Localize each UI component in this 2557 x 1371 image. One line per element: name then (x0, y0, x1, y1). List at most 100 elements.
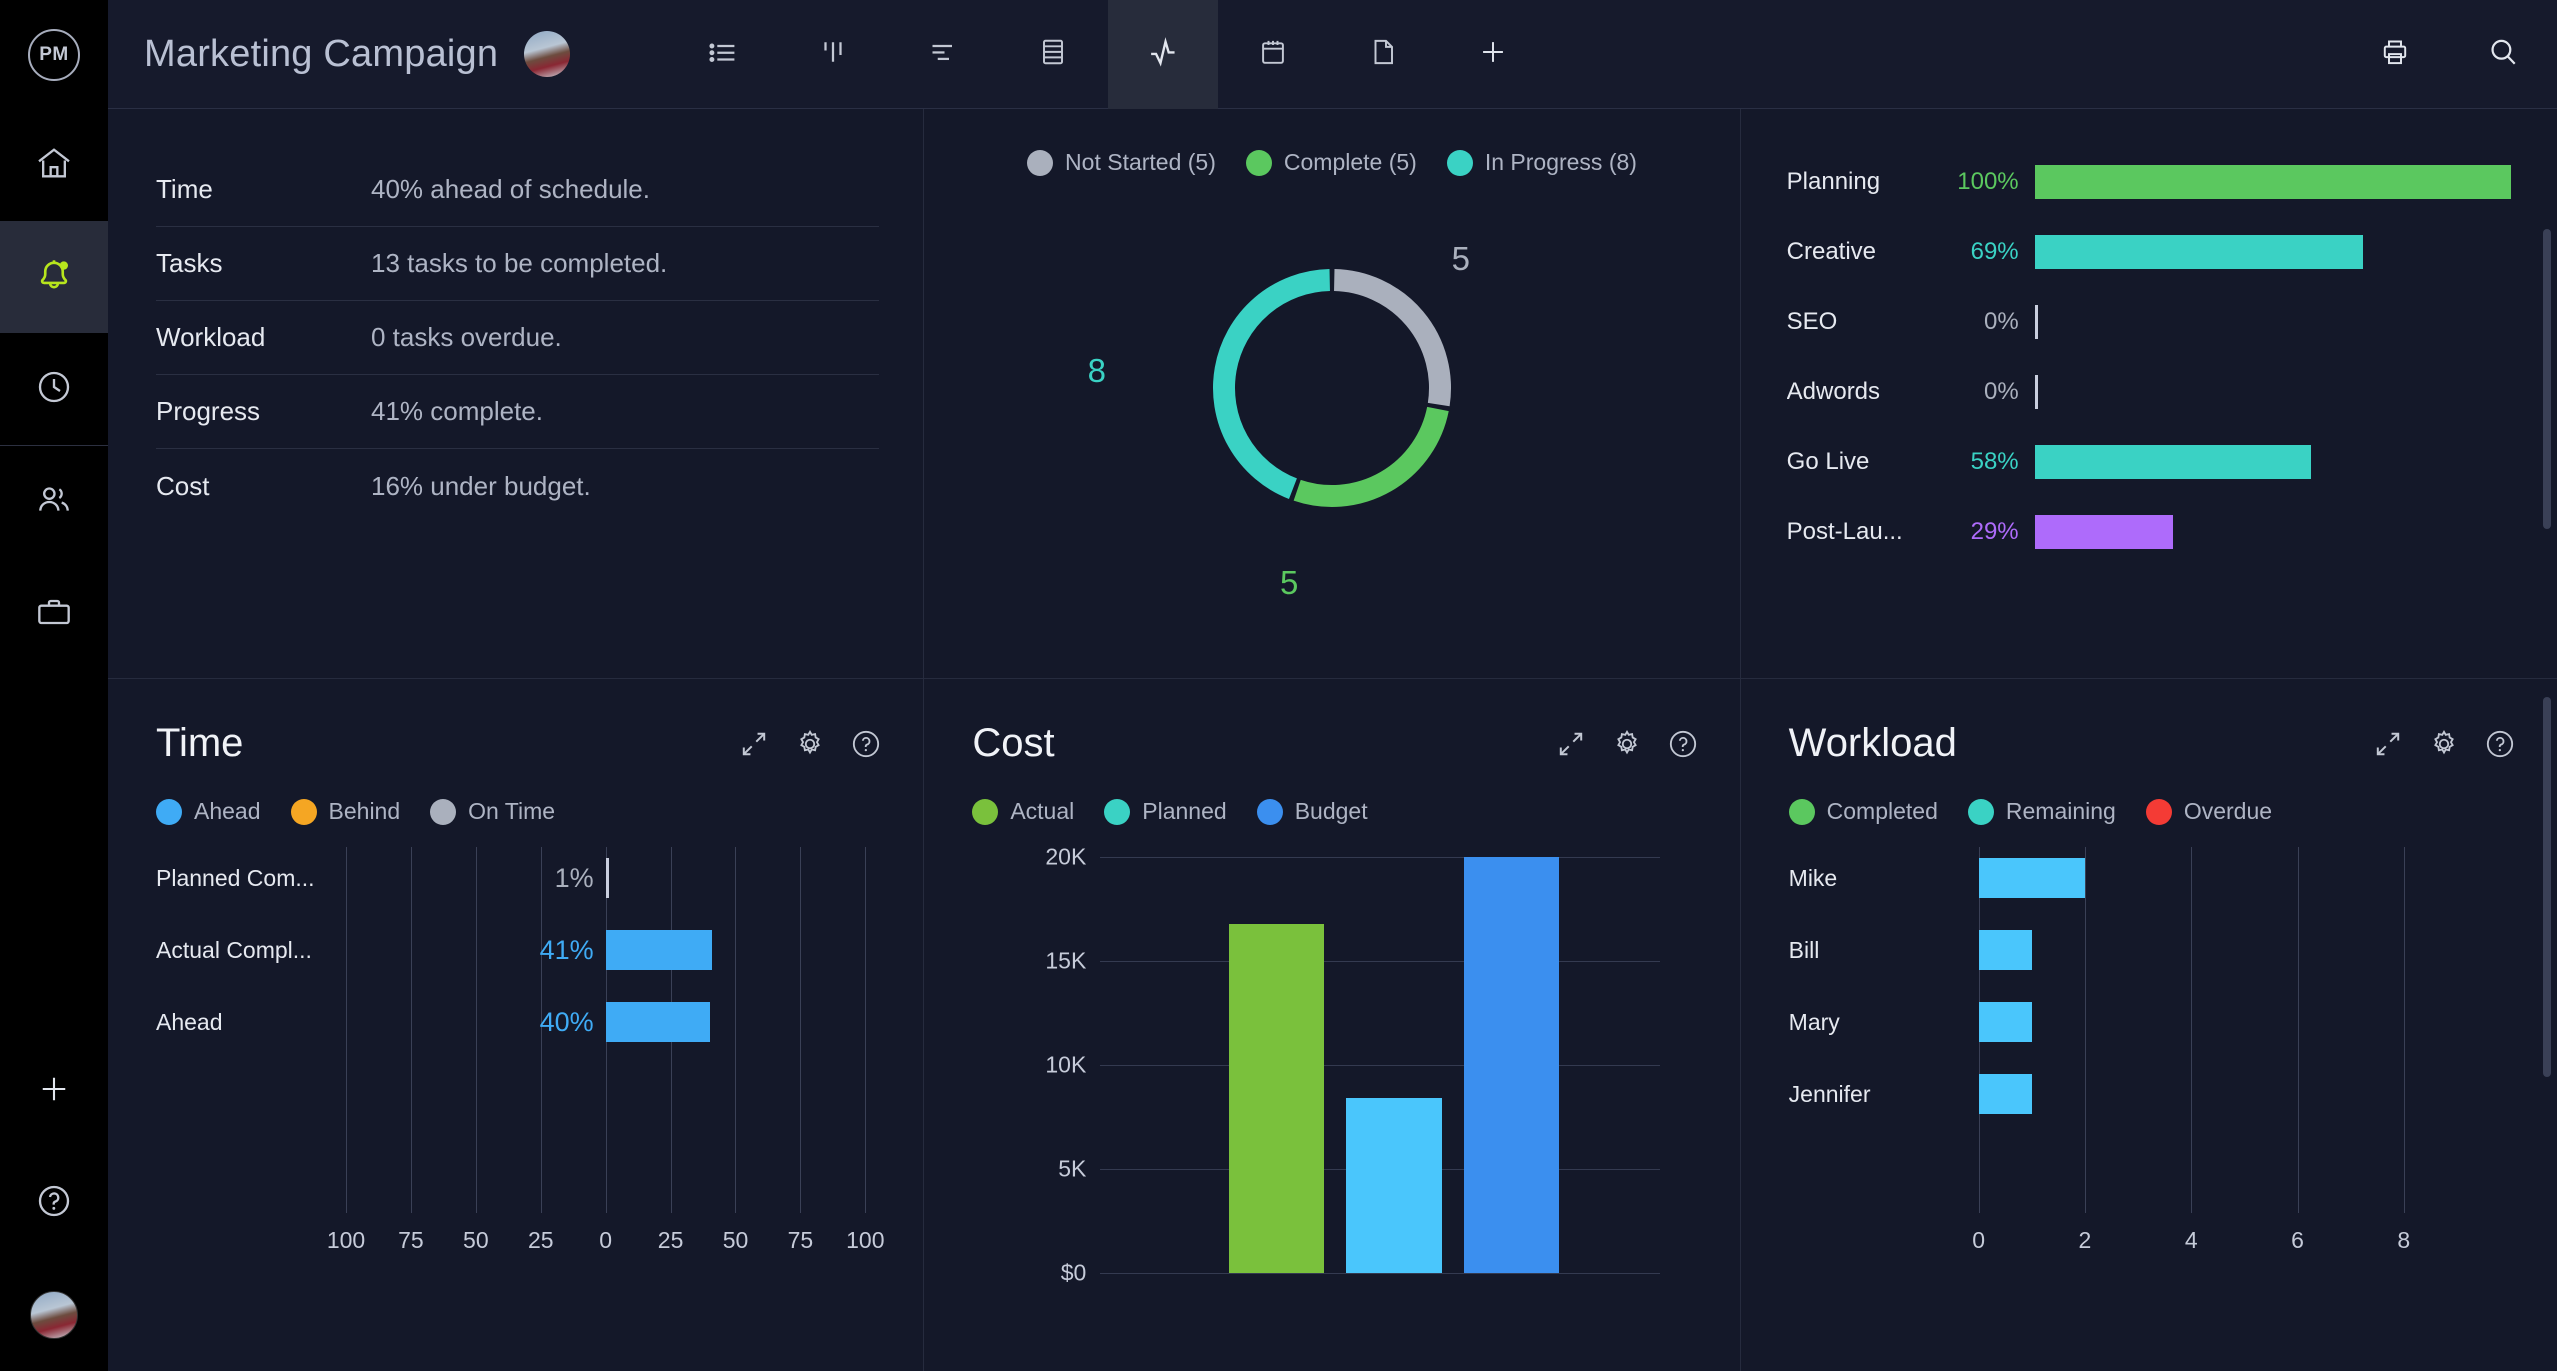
legend-item[interactable]: Planned (1104, 798, 1227, 825)
legend-item[interactable]: Budget (1256, 798, 1368, 825)
summary-row: Time 40% ahead of schedule. (156, 153, 880, 227)
expand-icon[interactable] (737, 727, 771, 761)
summary-label: Workload (156, 322, 266, 352)
donut-data-label: 5 (1451, 240, 1470, 277)
print-button[interactable] (2341, 0, 2449, 109)
phase-scrollbar[interactable] (2542, 229, 2551, 529)
gear-icon[interactable] (2427, 727, 2461, 761)
gear-icon[interactable] (793, 727, 827, 761)
workload-row[interactable]: Bill (1789, 925, 2517, 975)
donut-arc[interactable] (1213, 269, 1331, 499)
workload-row[interactable]: Jennifer (1789, 1069, 2517, 1119)
add-button[interactable] (0, 1035, 108, 1147)
cost-bar[interactable] (1228, 923, 1325, 1273)
sidebar-item-home[interactable] (0, 109, 108, 221)
cost-bar[interactable] (1463, 857, 1559, 1273)
legend-dot (972, 798, 999, 825)
donut-arc[interactable] (1333, 269, 1451, 407)
cost-bar[interactable] (1346, 1098, 1442, 1273)
help-button[interactable] (0, 1147, 108, 1259)
legend-item[interactable]: Not Started (5) (1027, 149, 1216, 176)
cost-panel-title: Cost (972, 721, 1055, 765)
sidebar-item-timesheets[interactable] (0, 333, 108, 445)
time-row[interactable]: Ahead 40% (156, 997, 883, 1047)
donut-data-label: 5 (1279, 564, 1299, 601)
legend-item[interactable]: Completed (1788, 798, 1938, 825)
phase-row[interactable]: Creative 69% (1787, 217, 2511, 287)
legend-item[interactable]: Overdue (2145, 798, 2272, 825)
axis-tick: $0 (1060, 1259, 1087, 1286)
legend-label: Planned (1142, 798, 1227, 824)
expand-icon[interactable] (1554, 727, 1588, 761)
workload-row[interactable]: Mary (1789, 997, 2517, 1047)
workload-axis: 0 2 4 6 8 (1972, 1227, 2457, 1261)
legend-dot (1245, 149, 1272, 176)
legend-item[interactable]: Actual (972, 798, 1074, 825)
legend-item[interactable]: Remaining (1967, 798, 2116, 825)
project-owner-avatar[interactable] (524, 31, 571, 77)
page-title: Marketing Campaign (144, 32, 499, 75)
expand-icon[interactable] (2371, 727, 2405, 761)
logo-mark: PM (28, 28, 80, 81)
legend-label: Complete (5) (1283, 149, 1417, 175)
profile-button[interactable] (0, 1259, 108, 1371)
axis-tick: 4 (2184, 1227, 2198, 1253)
tab-add-view[interactable] (1438, 0, 1548, 109)
donut-arc[interactable] (1293, 406, 1449, 507)
phase-row[interactable]: Planning 100% (1787, 147, 2511, 217)
app-logo[interactable]: PM (0, 0, 108, 109)
summary-label: Time (156, 174, 213, 204)
time-panel-header: Time (156, 721, 883, 766)
cost-legend: Actual Planned Budget (972, 798, 1699, 825)
legend-item[interactable]: In Progress (8) (1446, 149, 1637, 176)
phase-row[interactable]: Post-Lau... 29% (1787, 497, 2511, 567)
sidebar-item-notifications[interactable] (0, 221, 108, 333)
workload-bar-area (1978, 853, 2457, 903)
phase-name: Adwords (1786, 378, 1881, 405)
legend-item[interactable]: Ahead (156, 798, 261, 825)
sidebar-item-team[interactable] (0, 446, 108, 558)
gear-icon[interactable] (1610, 727, 1644, 761)
tab-calendar[interactable] (1218, 0, 1328, 109)
search-button[interactable] (2449, 0, 2557, 109)
summary-value: 41% complete. (371, 396, 543, 426)
tab-sheet[interactable] (998, 0, 1108, 109)
tab-gantt[interactable] (888, 0, 998, 109)
phase-row[interactable]: Go Live 58% (1787, 427, 2511, 497)
cost-panel-header: Cost (972, 721, 1699, 766)
tab-pages[interactable] (1328, 0, 1438, 109)
question-circle-icon (34, 1181, 74, 1226)
workload-row[interactable]: Mike (1789, 853, 2517, 903)
time-row[interactable]: Planned Com... 1% (156, 853, 883, 903)
legend-item[interactable]: Complete (5) (1245, 149, 1417, 176)
axis-tick: 10K (1045, 1051, 1087, 1078)
legend-dot (430, 798, 457, 825)
tab-dashboard[interactable] (1108, 0, 1219, 109)
phase-row[interactable]: SEO 0% (1787, 287, 2511, 357)
time-value-label: 1% (554, 863, 594, 893)
sidebar-item-portfolio[interactable] (0, 558, 108, 670)
gridline (1100, 1273, 1660, 1274)
question-circle-icon[interactable] (1666, 727, 1700, 761)
legend-item[interactable]: On Time (430, 798, 555, 825)
axis-tick: 75 (787, 1227, 814, 1253)
phase-bar (2034, 235, 2364, 269)
workload-scrollbar[interactable] (2542, 697, 2551, 1077)
phase-percent: 29% (1970, 518, 2019, 545)
phase-bar (2034, 515, 2173, 549)
tab-list[interactable] (668, 0, 778, 109)
workload-chart: Mike Bill Mary Jennifer 0 2 4 6 8 (1789, 847, 2517, 1267)
plus-icon (1476, 35, 1510, 74)
summary-row: Workload 0 tasks overdue. (156, 301, 880, 375)
time-value-label: 41% (539, 935, 594, 965)
time-row[interactable]: Actual Compl... 41% (156, 925, 883, 975)
donut-chart: 5 5 8 (1072, 192, 1592, 601)
question-circle-icon[interactable] (2483, 727, 2517, 761)
phase-row[interactable]: Adwords 0% (1787, 357, 2511, 427)
tab-board[interactable] (778, 0, 888, 109)
workload-row-label: Mike (1788, 864, 1838, 891)
phase-track (2034, 515, 2511, 549)
legend-item[interactable]: Behind (290, 798, 400, 825)
question-circle-icon[interactable] (849, 727, 883, 761)
axis-tick: 100 (326, 1227, 366, 1253)
